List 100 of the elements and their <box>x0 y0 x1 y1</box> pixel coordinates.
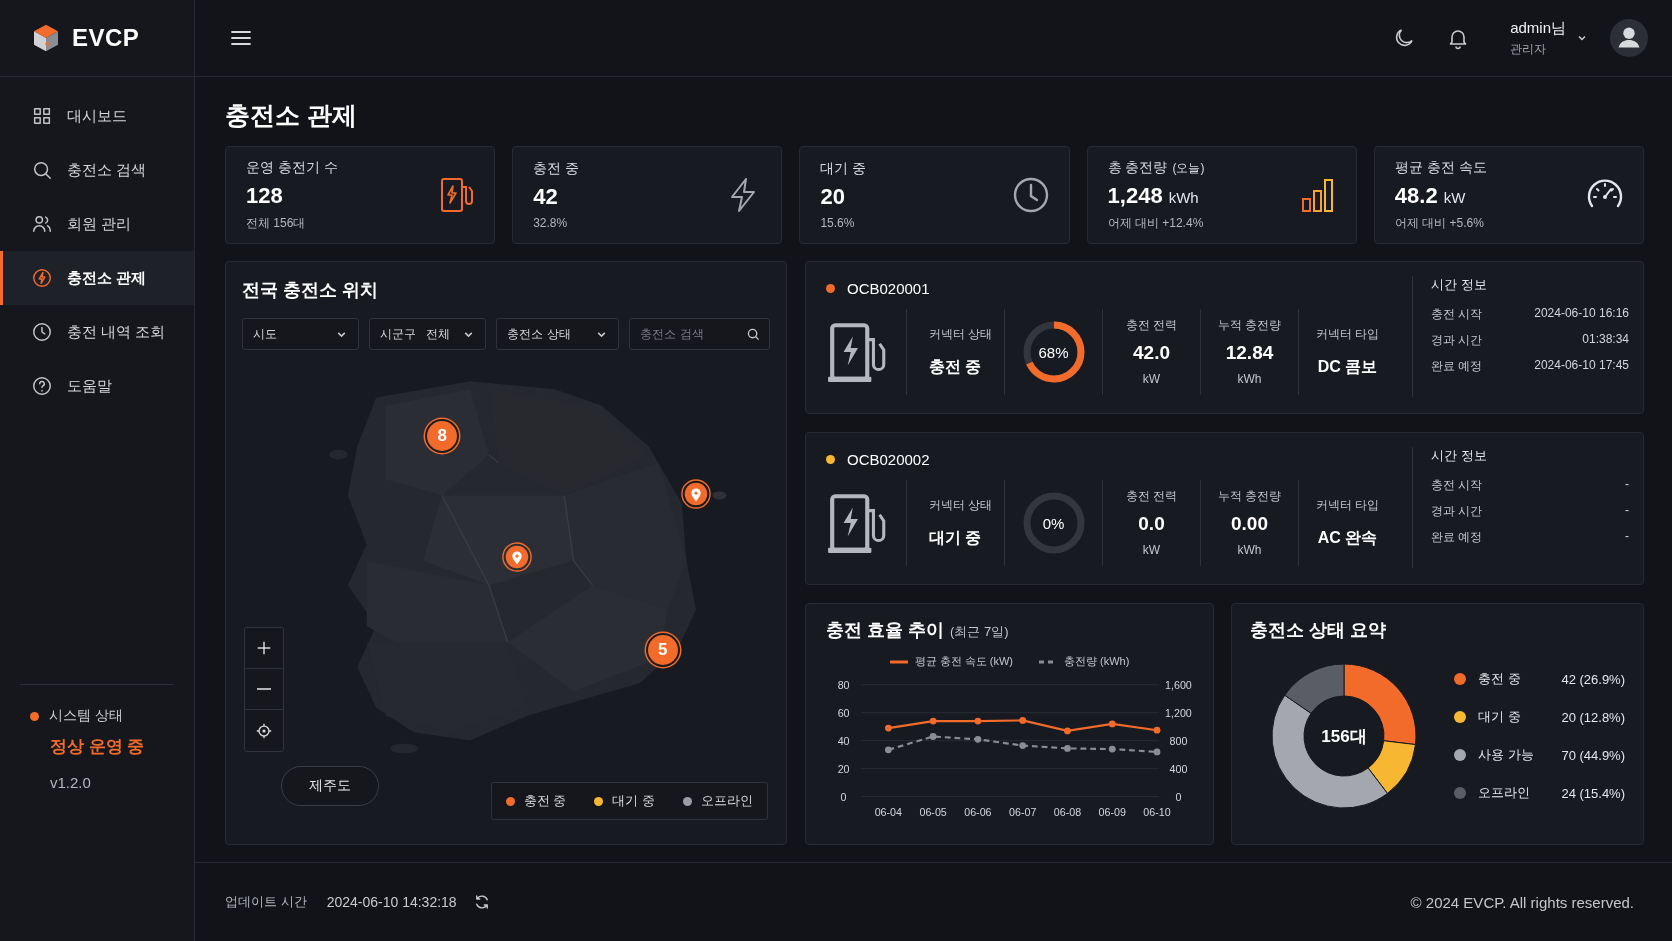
legend-value: 42 (26.9%) <box>1561 671 1625 687</box>
legend-label: 충전 중 <box>523 792 567 810</box>
time-label: 충전 시작 <box>1431 306 1483 323</box>
unit-label: kW <box>1142 543 1161 557</box>
dropdown[interactable]: 시군구 전체 <box>369 318 487 350</box>
stat-subtext: 전체 156대 <box>246 214 307 232</box>
field-label: 커넥터 상태 <box>929 496 994 514</box>
field-label: 누적 충전량 <box>1217 317 1282 334</box>
dropdown[interactable]: 충전소 상태 <box>496 318 620 350</box>
search-field[interactable]: 충전소 검색 <box>629 318 770 350</box>
stat-subtext: 어제 대비 +12.4% <box>1107 214 1205 232</box>
solid-line-icon <box>889 659 908 664</box>
axis-tick: 0 <box>1175 790 1182 803</box>
time-value: 01:38:34 <box>1582 332 1629 348</box>
legend-value: 70 (44.9%) <box>1561 747 1625 763</box>
stat-label: 총 충전량 <box>1107 158 1168 177</box>
legend-label: 평균 충전 속도 (kW) <box>914 654 1013 669</box>
stat-unit: kWh <box>1168 188 1199 206</box>
progress-percent: 0% <box>1042 514 1065 531</box>
legend-value: 20 (12.8%) <box>1561 709 1625 725</box>
legend-label: 충전량 (kWh) <box>1064 654 1130 669</box>
axis-tick: 06-07 <box>1009 806 1037 819</box>
search-icon[interactable] <box>747 328 760 341</box>
axis-tick: 0 <box>840 790 847 803</box>
data-point <box>1064 727 1071 735</box>
stat-label: 대기 중 <box>820 160 867 178</box>
connector-status: 대기 중 <box>929 527 983 548</box>
crosshair-icon <box>255 721 273 740</box>
time-label: 완료 예정 <box>1431 358 1483 375</box>
field-label: 커넥터 상태 <box>929 325 994 343</box>
legend-label: 충전 중 <box>1478 670 1522 688</box>
axis-tick: 1,600 <box>1165 678 1192 691</box>
nav-item[interactable]: 대시보드 <box>0 89 194 143</box>
page-title: 충전소 관제 <box>225 100 358 131</box>
avatar[interactable] <box>1610 19 1648 57</box>
axis-tick: 06-10 <box>1143 806 1171 819</box>
dropdown[interactable]: 시도 <box>242 318 360 350</box>
data-point <box>929 733 937 740</box>
stat-subtext: 32.8% <box>533 216 569 230</box>
panel-title: 충전 효율 추이 <box>826 619 944 642</box>
field-label: 충전 전력 <box>1125 317 1178 334</box>
axis-tick: 06-08 <box>1053 806 1082 819</box>
stat-value: 48.2 <box>1394 182 1438 209</box>
stat-unit: kW <box>1443 188 1466 206</box>
legend-label: 오프라인 <box>701 792 753 810</box>
legend-label: 대기 중 <box>612 792 655 810</box>
unit-label: kWh <box>1237 543 1262 557</box>
data-point <box>929 717 937 725</box>
region-button[interactable]: 제주도 <box>281 766 379 806</box>
system-status-value: 정상 운영 중 <box>49 736 146 758</box>
field-label: 커넥터 타입 <box>1315 325 1380 343</box>
nav-item[interactable]: 충전 내역 조회 <box>0 305 194 359</box>
time-title: 시간 정보 <box>1431 276 1488 294</box>
stat-subtext: 어제 대비 +5.6% <box>1394 214 1485 232</box>
time-value: - <box>1625 477 1629 493</box>
axis-tick: 06-06 <box>964 806 992 819</box>
time-label: 완료 예정 <box>1431 529 1483 546</box>
power-value: 0.0 <box>1138 513 1165 535</box>
search-icon <box>31 159 53 181</box>
nav-item[interactable]: 도움말 <box>0 359 194 413</box>
data-point <box>884 724 892 732</box>
clock-icon <box>31 321 53 343</box>
nav-item[interactable]: 회원 관리 <box>0 197 194 251</box>
time-value: 2024-06-10 16:16 <box>1534 306 1629 322</box>
connector-status: 충전 중 <box>929 356 983 377</box>
unit-label: kWh <box>1237 372 1262 386</box>
time-label: 경과 시간 <box>1431 503 1483 520</box>
axis-tick: 06-09 <box>1098 806 1126 819</box>
data-point <box>1108 745 1116 753</box>
map-pin-icon[interactable] <box>502 542 533 573</box>
progress-percent: 68% <box>1038 343 1069 360</box>
power-value: 42.0 <box>1133 342 1170 364</box>
nav-item[interactable]: 충전소 검색 <box>0 143 194 197</box>
version-text: v1.2.0 <box>49 773 92 791</box>
donut-center-label: 156대 <box>1321 725 1367 748</box>
panel-title: 충전소 상태 요약 <box>1250 619 1387 642</box>
copyright-text: © 2024 EVCP. All rights reserved. <box>1410 893 1634 911</box>
grid-icon <box>31 105 53 127</box>
stat-value: 42 <box>533 184 558 210</box>
minus-icon <box>257 688 271 690</box>
axis-tick: 40 <box>837 734 850 747</box>
unit-label: kW <box>1142 372 1161 386</box>
legend-value: 24 (15.4%) <box>1561 785 1625 801</box>
data-point <box>974 735 982 743</box>
user-name: admin님 <box>1510 18 1566 38</box>
axis-tick: 06-05 <box>919 806 947 819</box>
axis-tick: 20 <box>837 762 850 775</box>
data-point <box>974 717 982 725</box>
brand-name: EVCP <box>72 24 140 52</box>
nav-item[interactable]: 충전소 관제 <box>0 251 194 305</box>
stat-value: 128 <box>246 182 283 209</box>
time-value: - <box>1625 503 1629 519</box>
axis-tick: 800 <box>1169 734 1188 747</box>
connector-type: AC 완속 <box>1317 527 1378 548</box>
map-pin-icon[interactable] <box>681 479 712 510</box>
question-icon <box>31 375 53 397</box>
axis-tick: 06-04 <box>874 806 903 819</box>
time-label: 충전 시작 <box>1431 477 1483 494</box>
stat-label: 평균 충전 속도 <box>1394 158 1487 177</box>
update-label: 업데이트 시간 <box>225 893 307 911</box>
